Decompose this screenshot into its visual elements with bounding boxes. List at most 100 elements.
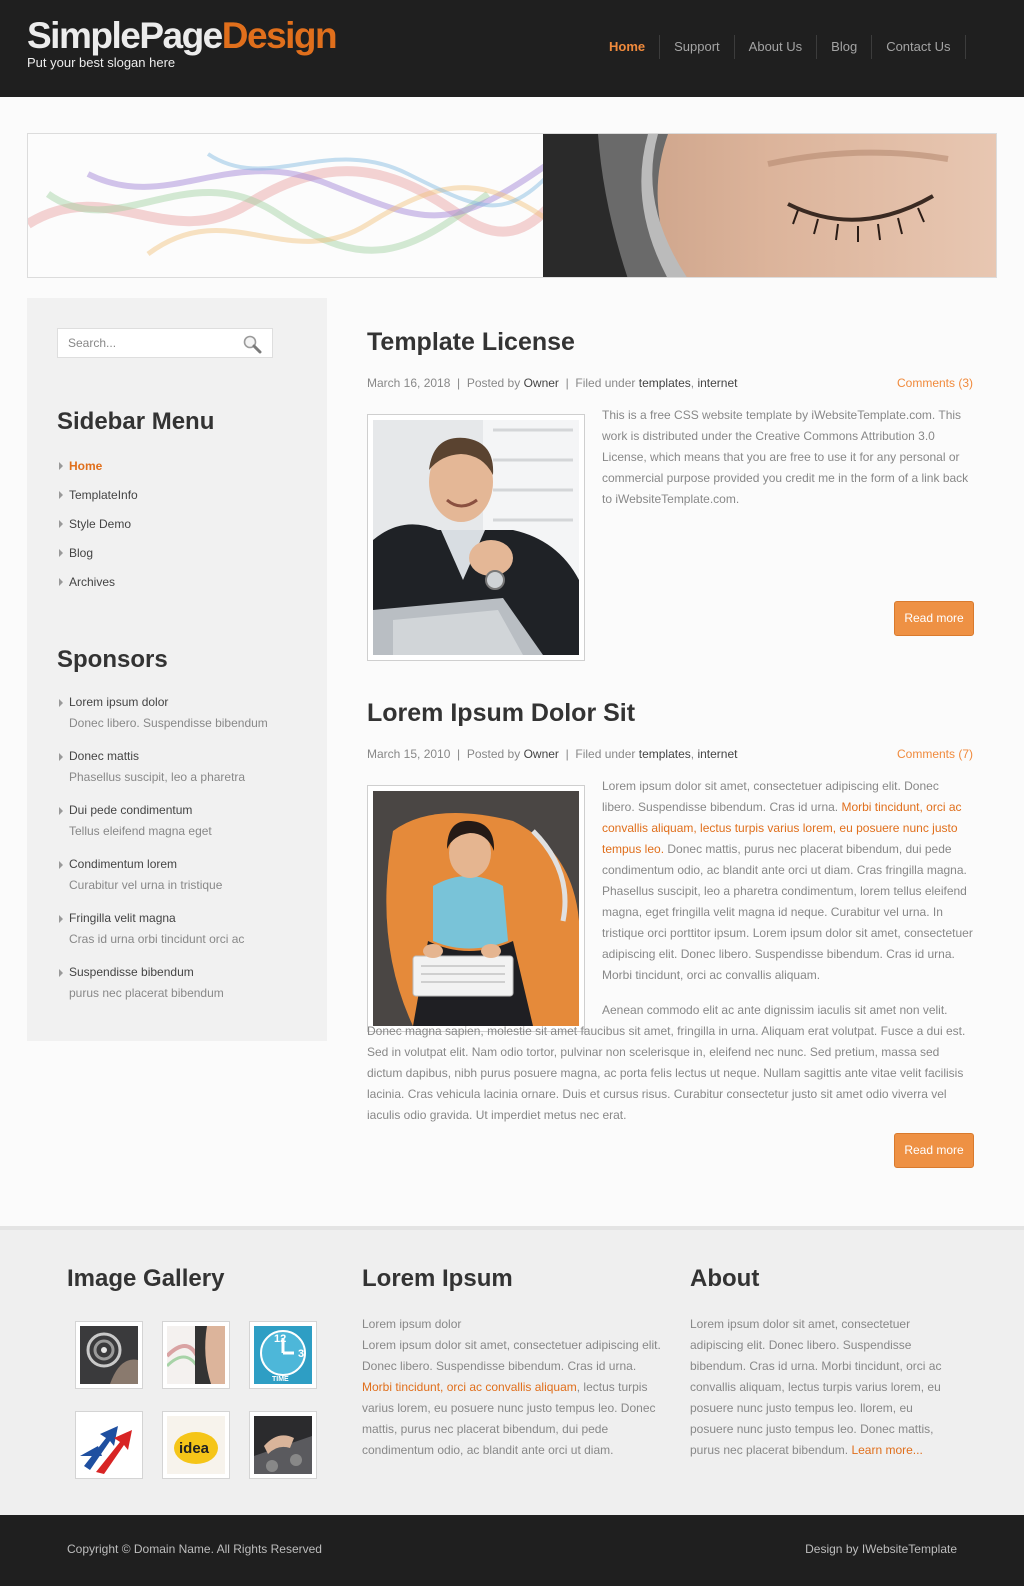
tag-link[interactable]: templates — [639, 747, 691, 761]
design-by-label: Design by — [805, 1542, 859, 1556]
idea-word: idea — [179, 1440, 210, 1457]
sponsors-list: Lorem ipsum dolor Donec libero. Suspendis… — [57, 694, 268, 1018]
lorem-text: Lorem ipsum dolor sit amet, consectetuer… — [362, 1338, 661, 1373]
post-meta: March 15, 2010 | Posted by Owner | Filed… — [367, 747, 973, 761]
copyright-suffix: . All Rights Reserved — [210, 1542, 322, 1556]
sponsor-desc: Tellus eleifend magna eget — [69, 824, 212, 838]
author-link[interactable]: Owner — [524, 747, 559, 761]
woman-laptop-photo — [373, 791, 579, 1026]
sponsor-link[interactable]: Condimentum lorem — [69, 856, 268, 873]
banner-illustration — [28, 134, 996, 277]
post-text: Donec mattis, purus nec placerat bibendu… — [602, 842, 973, 982]
gallery-thumb[interactable] — [75, 1411, 143, 1479]
sponsors-title: Sponsors — [57, 646, 168, 673]
gallery-thumb[interactable] — [75, 1321, 143, 1389]
spiral-thumb-image — [80, 1326, 138, 1384]
sidebar-item-templateinfo[interactable]: TemplateInfo — [57, 487, 138, 516]
lorem-inline-link[interactable]: Morbi tincidunt, orci ac convallis aliqu… — [362, 1380, 577, 1394]
logo-part1: SimplePage — [27, 15, 223, 56]
domain-name-link[interactable]: Domain Name — [134, 1542, 211, 1556]
footer-widgets: Image Gallery 12 3 TIME idea Lorem Ipsum L… — [0, 1226, 1024, 1515]
learn-more-link[interactable]: Learn more... — [851, 1443, 922, 1457]
sponsor-item: Dui pede condimentum Tellus eleifend magn… — [57, 802, 268, 856]
arrows-thumb-image — [80, 1416, 138, 1474]
tag-link[interactable]: templates — [639, 376, 691, 390]
copyright-prefix: Copyright © — [67, 1542, 131, 1556]
nav-home[interactable]: Home — [595, 35, 661, 59]
sidebar-item-blog[interactable]: Blog — [57, 545, 138, 574]
magnifier-icon[interactable] — [242, 334, 262, 354]
design-credit: Design by IWebsiteTemplate — [805, 1542, 957, 1556]
tag-link[interactable]: internet — [697, 747, 737, 761]
post-excerpt: This is a free CSS website template by i… — [602, 408, 969, 506]
sponsor-link[interactable]: Fringilla velit magna — [69, 910, 268, 927]
nav-contact-us[interactable]: Contact Us — [872, 35, 966, 59]
clock-time-label: TIME — [272, 1376, 289, 1383]
sponsor-desc: Donec libero. Suspendisse bibendum — [69, 716, 268, 730]
post-date: March 16, 2018 — [367, 376, 451, 390]
about-title: About — [690, 1265, 760, 1292]
post-meta: March 16, 2018 | Posted by Owner | Filed… — [367, 376, 973, 390]
lorem-ipsum-title: Lorem Ipsum — [362, 1265, 513, 1292]
sponsor-desc: Curabitur vel urna in tristique — [69, 878, 223, 892]
copyright: Copyright © Domain Name. All Rights Rese… — [67, 1542, 322, 1556]
sponsor-item: Condimentum lorem Curabitur vel urna in t… — [57, 856, 268, 910]
sponsor-item: Suspendisse bibendum purus nec placerat b… — [57, 964, 268, 1018]
sponsor-item: Lorem ipsum dolor Donec libero. Suspendis… — [57, 694, 268, 748]
tag-link[interactable]: internet — [697, 376, 737, 390]
author-link[interactable]: Owner — [524, 376, 559, 390]
search-box — [57, 328, 273, 358]
sidebar-menu: Home TemplateInfo Style Demo Blog Archiv… — [57, 458, 138, 603]
comments-link[interactable]: Comments (3) — [897, 376, 973, 390]
nav-blog[interactable]: Blog — [817, 35, 873, 59]
site-logo[interactable]: SimplePageDesign — [27, 14, 338, 58]
header-banner-image — [27, 133, 997, 278]
clock-thumb-image: 12 3 TIME — [254, 1326, 312, 1384]
posted-by-label: Posted by — [466, 747, 521, 761]
sidebar-item-home[interactable]: Home — [57, 458, 138, 487]
site-footer: Copyright © Domain Name. All Rights Rese… — [0, 1515, 1024, 1586]
site-slogan: Put your best slogan here — [27, 55, 176, 70]
post-body-paragraph: Aenean commodo elit ac ante dignissim ia… — [367, 1003, 966, 1122]
sponsor-desc: Cras id urna orbi tincidunt orci ac — [69, 932, 245, 946]
designer-link[interactable]: IWebsiteTemplate — [862, 1542, 957, 1556]
sponsor-desc: Phasellus suscipit, leo a pharetra — [69, 770, 246, 784]
sidebar: Sidebar Menu Home TemplateInfo Style Dem… — [27, 298, 327, 1041]
sponsor-link[interactable]: Donec mattis — [69, 748, 268, 765]
sidebar-item-style-demo[interactable]: Style Demo — [57, 516, 138, 545]
post-image — [367, 414, 585, 661]
comments-link[interactable]: Comments (7) — [897, 747, 973, 761]
gallery-thumb[interactable]: 12 3 TIME — [249, 1321, 317, 1389]
post-excerpt: Lorem ipsum dolor sit amet, consectetuer… — [602, 776, 974, 986]
gallery-thumb[interactable] — [162, 1321, 230, 1389]
gallery-thumb[interactable] — [249, 1411, 317, 1479]
idea-thumb-image: idea — [167, 1416, 225, 1474]
svg-text:12: 12 — [274, 1333, 286, 1345]
lorem-ipsum-text: Lorem ipsum dolor Lorem ipsum dolor sit … — [362, 1314, 662, 1461]
about-text: Lorem ipsum dolor sit amet, consectetuer… — [690, 1314, 952, 1461]
svg-text:3: 3 — [298, 1348, 304, 1360]
filed-label: Filed under — [575, 376, 636, 390]
nav-about-us[interactable]: About Us — [735, 35, 818, 59]
read-more-button[interactable]: Read more — [894, 1133, 974, 1168]
post-title[interactable]: Template License — [367, 328, 575, 357]
post-title[interactable]: Lorem Ipsum Dolor Sit — [367, 699, 635, 728]
sponsor-link[interactable]: Suspendisse bibendum — [69, 964, 268, 981]
headphones-thumb-image — [167, 1326, 225, 1384]
sponsor-link[interactable]: Lorem ipsum dolor — [69, 694, 268, 711]
search-input[interactable] — [68, 329, 238, 357]
sponsor-link[interactable]: Dui pede condimentum — [69, 802, 268, 819]
gallery-thumb[interactable]: idea — [162, 1411, 230, 1479]
sidebar-item-archives[interactable]: Archives — [57, 574, 138, 603]
nav-support[interactable]: Support — [660, 35, 735, 59]
post-image — [367, 785, 585, 1032]
sponsor-item: Donec mattis Phasellus suscipit, leo a ph… — [57, 748, 268, 802]
lorem-line: Lorem ipsum dolor — [362, 1317, 462, 1331]
sidebar-menu-title: Sidebar Menu — [57, 408, 215, 435]
posted-by-label: Posted by — [466, 376, 521, 390]
sponsor-desc: purus nec placerat bibendum — [69, 986, 224, 1000]
filed-label: Filed under — [575, 747, 636, 761]
businessman-photo — [373, 420, 579, 655]
read-more-button[interactable]: Read more — [894, 601, 974, 636]
main-nav: Home Support About Us Blog Contact Us — [595, 35, 966, 59]
